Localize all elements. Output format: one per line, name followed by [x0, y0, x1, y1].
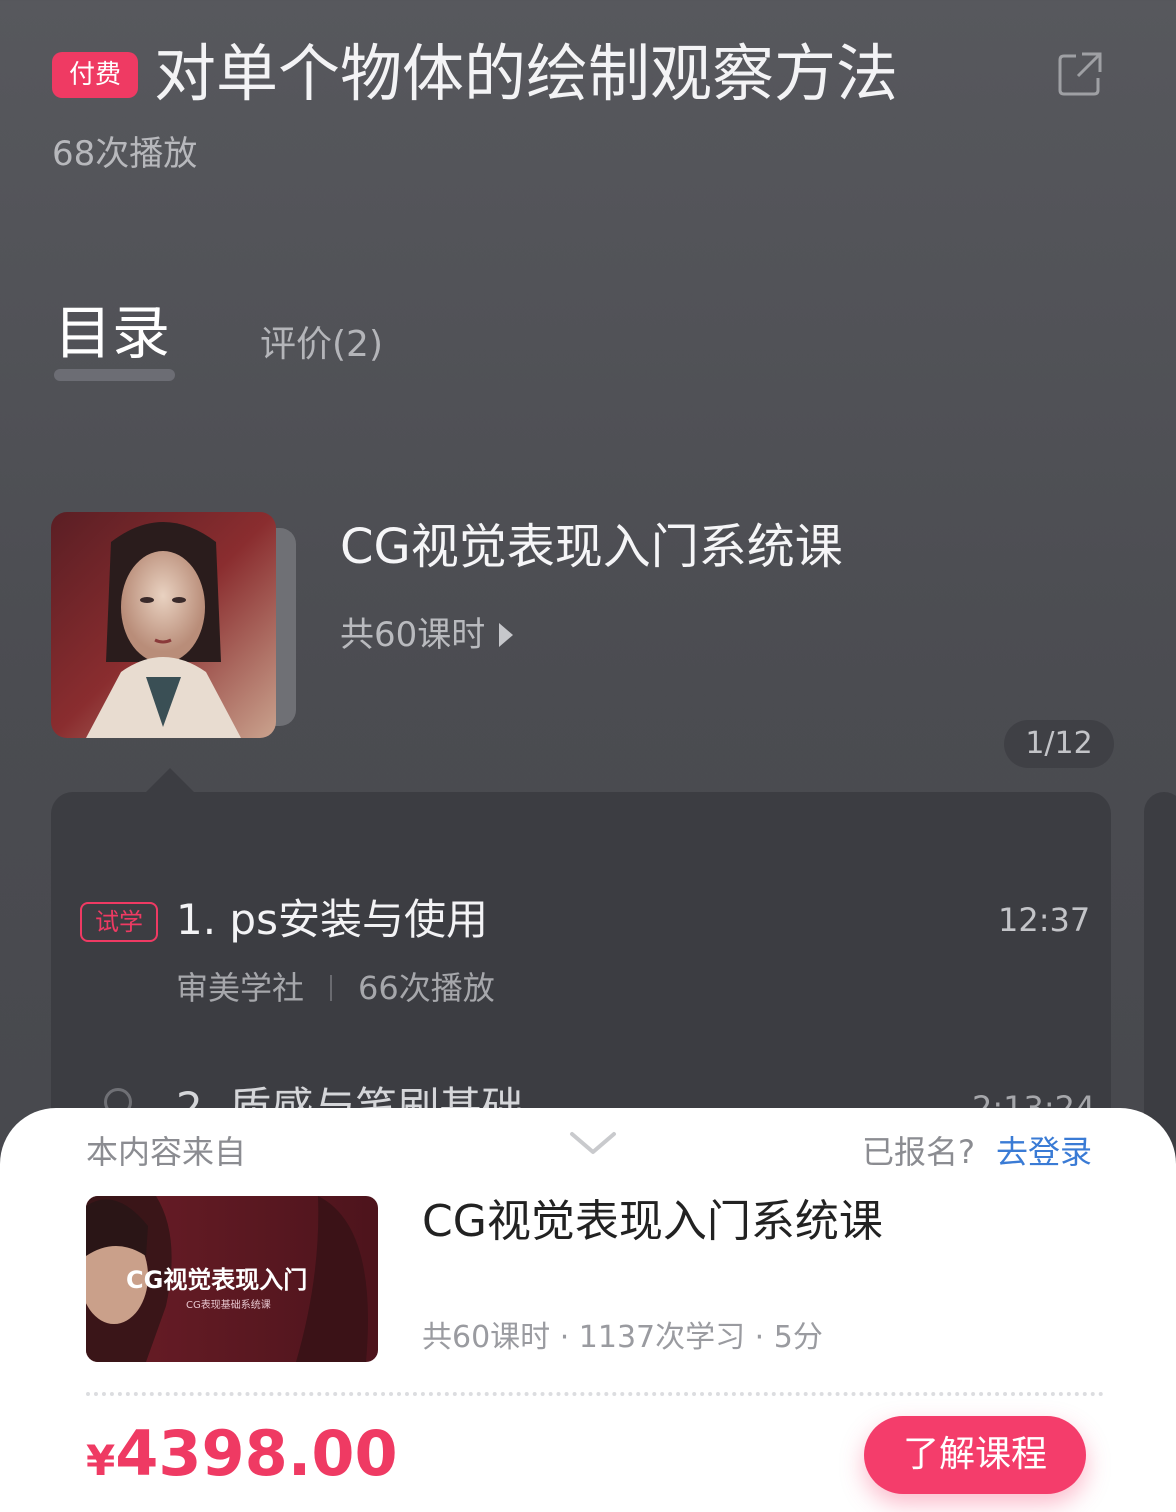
lesson-meta: 审美学社 66次播放 [176, 966, 495, 1010]
panel-pointer [146, 768, 194, 792]
course-title[interactable]: CG视觉表现入门系统课 [340, 516, 843, 578]
lesson-count[interactable]: 共60课时 [340, 612, 514, 658]
price: ¥4398.00 [86, 1414, 398, 1501]
lesson-count-label: 共60课时 [340, 615, 486, 655]
source-label: 本内容来自 [86, 1133, 247, 1171]
sheet-cover-subtitle: CG表现基础系统课 [186, 1300, 271, 1311]
currency-symbol: ¥ [86, 1436, 116, 1485]
login-link[interactable]: 去登录 [996, 1130, 1092, 1174]
play-count: 68次播放 [52, 134, 198, 174]
collapse-button[interactable] [568, 1128, 618, 1158]
sheet-course-title[interactable]: CG视觉表现入门系统课 [422, 1194, 883, 1250]
course-cover-image[interactable] [51, 512, 276, 738]
enrolled-question: 已报名? [862, 1133, 975, 1171]
tab-catalog[interactable]: 目录 [54, 298, 170, 368]
tab-reviews[interactable]: 评价(2) [260, 320, 383, 370]
share-icon [1058, 52, 1102, 96]
lesson-author: 审美学社 [176, 969, 305, 1007]
chevron-down-icon [570, 1132, 616, 1154]
sheet-course-cover[interactable]: CG视觉表现入门 CG表现基础系统课 [86, 1196, 378, 1362]
meta-separator [330, 975, 333, 1001]
sheet-course-meta: 共60课时 · 1137次学习 · 5分 [422, 1320, 823, 1355]
learn-course-button[interactable]: 了解课程 [864, 1416, 1086, 1494]
tab-active-indicator [54, 369, 175, 381]
trial-badge: 试学 [80, 902, 158, 942]
sheet-cover-title: CG视觉表现入门 [126, 1266, 308, 1294]
share-button[interactable] [1056, 50, 1104, 98]
lesson-plays: 66次播放 [358, 969, 495, 1007]
page-indicator: 1/12 [1004, 720, 1114, 768]
price-value: 4398.00 [115, 1417, 398, 1490]
lesson-duration: 12:37 [998, 901, 1091, 939]
page-title: 对单个物体的绘制观察方法 [154, 37, 899, 110]
play-triangle-icon [499, 623, 514, 647]
paid-badge: 付费 [52, 52, 138, 98]
lesson-item-title[interactable]: 1. ps安装与使用 [176, 892, 488, 948]
dotted-divider [86, 1392, 1104, 1396]
